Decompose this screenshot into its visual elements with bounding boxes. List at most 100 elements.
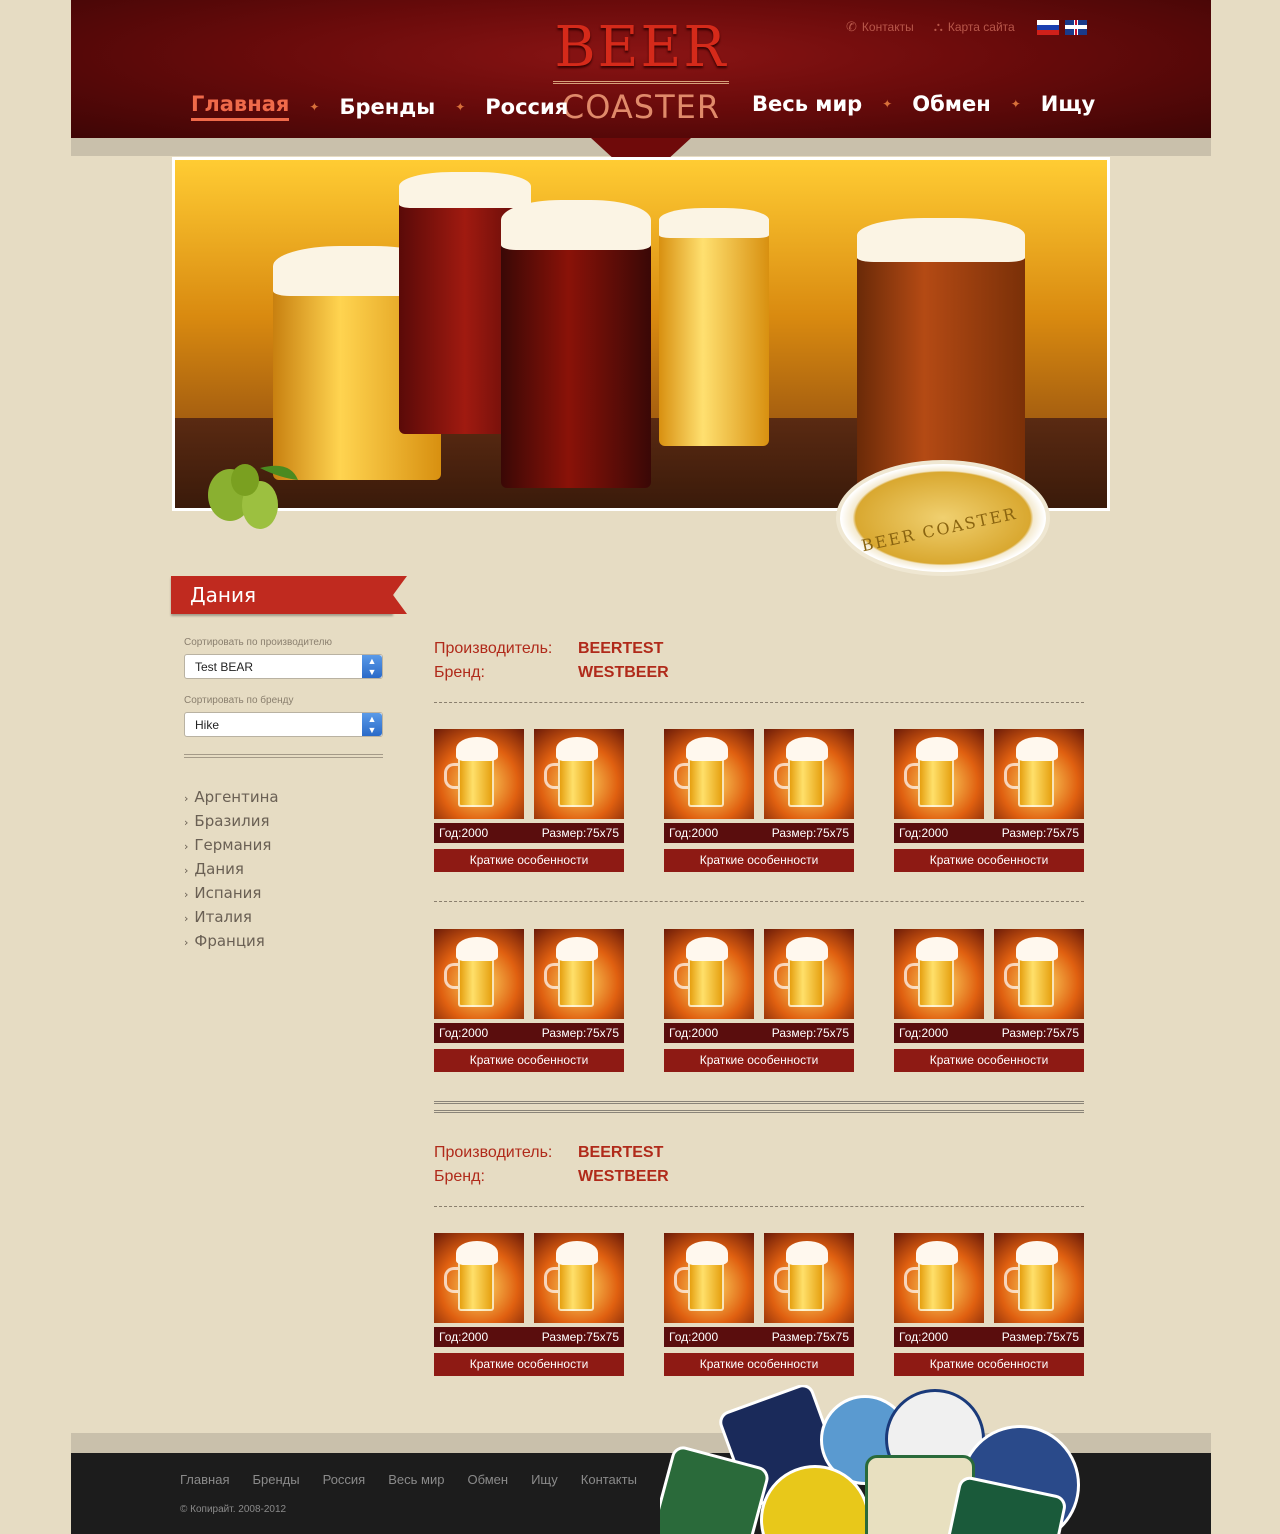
beer-thumbnail-image[interactable] bbox=[664, 729, 754, 819]
footer-link-search[interactable]: Ищу bbox=[531, 1472, 558, 1487]
main-nav-left: Главная ✦ Бренды ✦ Россия bbox=[191, 92, 568, 121]
top-links: ✆ Контакты ⛬ Карта сайта bbox=[846, 19, 1087, 35]
product-card[interactable]: Год:2000 Размер:75x75 Краткие особенности bbox=[434, 929, 624, 1072]
beer-thumbnail-image[interactable] bbox=[894, 1233, 984, 1323]
card-year: Год:2000 bbox=[669, 1330, 719, 1344]
product-card[interactable]: Год:2000 Размер:75x75 Краткие особенности bbox=[664, 929, 854, 1072]
card-meta: Год:2000 Размер:75x75 bbox=[664, 1327, 854, 1347]
country-label: Франция bbox=[194, 932, 265, 950]
beer-thumbnail-image[interactable] bbox=[894, 929, 984, 1019]
sort-brand-select[interactable]: Hike ▲ ▼ bbox=[184, 712, 383, 737]
card-size: Размер:75x75 bbox=[541, 1026, 619, 1040]
beer-thumbnail-image[interactable] bbox=[534, 1233, 624, 1323]
card-size: Размер:75x75 bbox=[1001, 826, 1079, 840]
contacts-link[interactable]: Контакты bbox=[862, 20, 914, 34]
footer-link-exchange[interactable]: Обмен bbox=[467, 1472, 508, 1487]
product-card[interactable]: Год:2000 Размер:75x75 Краткие особенности bbox=[434, 1233, 624, 1376]
features-button[interactable]: Краткие особенности bbox=[434, 849, 624, 872]
country-item[interactable]: › Аргентина bbox=[184, 787, 279, 811]
select-arrows-icon[interactable]: ▲ ▼ bbox=[362, 655, 382, 678]
product-card[interactable]: Год:2000 Размер:75x75 Краткие особенности bbox=[664, 729, 854, 872]
beer-thumbnail-image[interactable] bbox=[534, 729, 624, 819]
nav-item-exchange[interactable]: Обмен bbox=[912, 92, 990, 116]
chevron-right-icon: › bbox=[184, 864, 189, 877]
country-item[interactable]: › Германия bbox=[184, 835, 279, 859]
beer-thumbnail-image[interactable] bbox=[994, 1233, 1084, 1323]
russian-flag-icon[interactable] bbox=[1036, 19, 1059, 35]
beer-thumbnail-image[interactable] bbox=[764, 929, 854, 1019]
beer-thumbnail-image[interactable] bbox=[664, 929, 754, 1019]
footer-link-world[interactable]: Весь мир bbox=[388, 1472, 444, 1487]
dashed-divider bbox=[434, 1206, 1084, 1207]
english-flag-icon[interactable] bbox=[1064, 19, 1087, 35]
beer-thumbnail-image[interactable] bbox=[994, 729, 1084, 819]
country-label: Бразилия bbox=[194, 812, 270, 830]
features-button[interactable]: Краткие особенности bbox=[894, 849, 1084, 872]
sort-brand-label: Сортировать по бренду bbox=[184, 695, 294, 706]
footer-link-contacts[interactable]: Контакты bbox=[581, 1472, 637, 1487]
beer-foam bbox=[659, 208, 769, 238]
beer-thumbnail-image[interactable] bbox=[434, 729, 524, 819]
product-card[interactable]: Год:2000 Размер:75x75 Краткие особенности bbox=[894, 929, 1084, 1072]
dashed-divider bbox=[434, 702, 1084, 703]
country-item[interactable]: › Италия bbox=[184, 907, 279, 931]
card-year: Год:2000 bbox=[439, 1026, 489, 1040]
beer-thumbnail-image[interactable] bbox=[534, 929, 624, 1019]
nav-item-home[interactable]: Главная bbox=[191, 92, 290, 121]
product-card[interactable]: Год:2000 Размер:75x75 Краткие особенности bbox=[664, 1233, 854, 1376]
footer-link-brands[interactable]: Бренды bbox=[252, 1472, 299, 1487]
site-logo[interactable]: BEER COASTER bbox=[549, 18, 733, 124]
footer-link-home[interactable]: Главная bbox=[180, 1472, 229, 1487]
manufacturer-label: Производитель: bbox=[434, 1144, 553, 1161]
card-meta: Год:2000 Размер:75x75 bbox=[664, 823, 854, 843]
beer-thumbnail-image[interactable] bbox=[434, 929, 524, 1019]
nav-separator-icon: ✦ bbox=[455, 99, 466, 114]
logo-divider bbox=[553, 81, 729, 84]
sort-brand-value: Hike bbox=[195, 718, 220, 732]
card-year: Год:2000 bbox=[439, 1330, 489, 1344]
card-meta: Год:2000 Размер:75x75 bbox=[434, 823, 624, 843]
product-group-header: Производитель: BEERTEST Бренд: WESTBEER bbox=[434, 1141, 669, 1189]
country-item[interactable]: › Испания bbox=[184, 883, 279, 907]
brand-label: Бренд: bbox=[434, 664, 485, 681]
features-button[interactable]: Краткие особенности bbox=[434, 1353, 624, 1376]
card-size: Размер:75x75 bbox=[1001, 1026, 1079, 1040]
group-divider bbox=[434, 1101, 1084, 1113]
features-button[interactable]: Краткие особенности bbox=[664, 849, 854, 872]
country-item[interactable]: › Дания bbox=[184, 859, 279, 883]
beer-mug-image bbox=[659, 216, 769, 446]
logo-beer-text: BEER bbox=[554, 15, 728, 80]
beer-thumbnail-image[interactable] bbox=[764, 1233, 854, 1323]
beer-thumbnail-image[interactable] bbox=[664, 1233, 754, 1323]
features-button[interactable]: Краткие особенности bbox=[664, 1049, 854, 1072]
nav-item-brands[interactable]: Бренды bbox=[339, 95, 435, 119]
nav-item-world[interactable]: Весь мир bbox=[752, 92, 862, 116]
product-card[interactable]: Год:2000 Размер:75x75 Краткие особенности bbox=[434, 729, 624, 872]
beer-thumbnail-image[interactable] bbox=[764, 729, 854, 819]
features-button[interactable]: Краткие особенности bbox=[894, 1049, 1084, 1072]
select-arrows-icon[interactable]: ▲ ▼ bbox=[362, 713, 382, 736]
features-button[interactable]: Краткие особенности bbox=[664, 1353, 854, 1376]
hops-image bbox=[208, 464, 298, 529]
footer-link-russia[interactable]: Россия bbox=[323, 1472, 366, 1487]
sitemap-icon: ⛬ bbox=[933, 19, 943, 34]
beer-thumbnail-image[interactable] bbox=[994, 929, 1084, 1019]
product-card[interactable]: Год:2000 Размер:75x75 Краткие особенности bbox=[894, 729, 1084, 872]
nav-item-search[interactable]: Ищу bbox=[1041, 92, 1095, 116]
card-meta: Год:2000 Размер:75x75 bbox=[894, 1327, 1084, 1347]
country-item[interactable]: › Франция bbox=[184, 931, 279, 955]
country-item[interactable]: › Бразилия bbox=[184, 811, 279, 835]
brand-value: WESTBEER bbox=[578, 1168, 669, 1185]
country-label: Испания bbox=[194, 884, 262, 902]
product-card[interactable]: Год:2000 Размер:75x75 Краткие особенности bbox=[894, 1233, 1084, 1376]
beer-thumbnail-image[interactable] bbox=[434, 1233, 524, 1323]
footer-coasters-image bbox=[660, 1385, 1100, 1534]
nav-separator-icon: ✦ bbox=[1010, 97, 1021, 111]
beer-thumbnail-image[interactable] bbox=[894, 729, 984, 819]
features-button[interactable]: Краткие особенности bbox=[434, 1049, 624, 1072]
sitemap-link[interactable]: Карта сайта bbox=[948, 20, 1015, 34]
sort-manufacturer-select[interactable]: Test BEAR ▲ ▼ bbox=[184, 654, 383, 679]
brand-label: Бренд: bbox=[434, 1168, 485, 1185]
nav-item-russia[interactable]: Россия bbox=[485, 95, 568, 119]
features-button[interactable]: Краткие особенности bbox=[894, 1353, 1084, 1376]
